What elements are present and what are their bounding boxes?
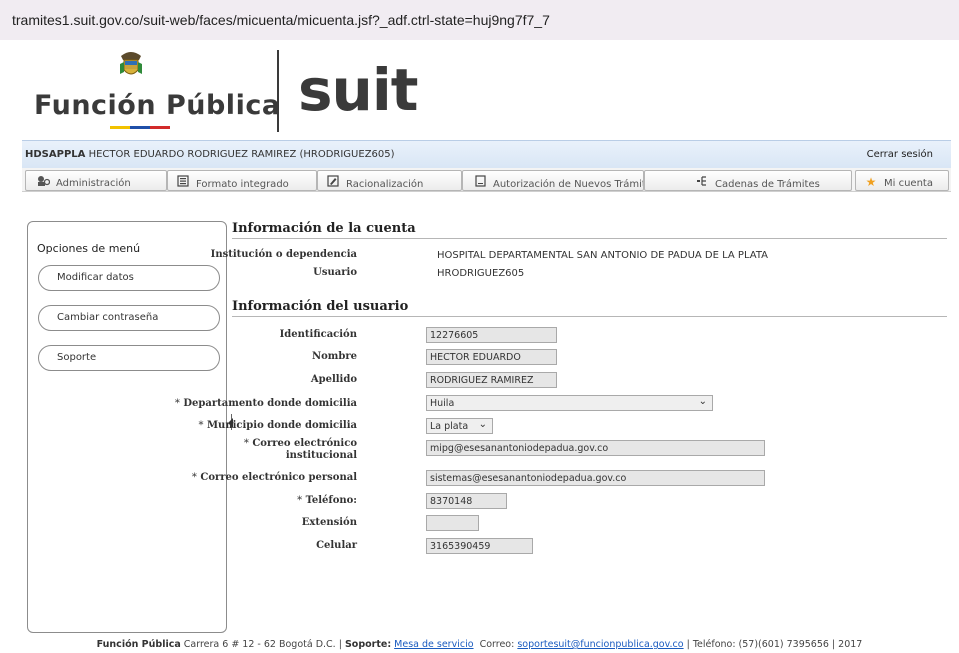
department-select[interactable]: Huila ⌄: [426, 395, 713, 411]
form-icon: [176, 175, 190, 190]
suit-logo: suit: [298, 56, 418, 124]
name-field[interactable]: HECTOR EDUARDO: [426, 349, 557, 365]
user-bar: HDSAPPLA HECTOR EDUARDO RODRIGUEZ RAMIRE…: [22, 140, 951, 168]
sidebar-title: Opciones de menú: [37, 242, 141, 255]
logout-link[interactable]: Cerrar sesión: [867, 149, 933, 160]
support-link[interactable]: Mesa de servicio: [394, 639, 473, 650]
support-email-link[interactable]: soportesuit@funcionpublica.gov.co: [517, 639, 683, 650]
sidebar-item-modificar-datos[interactable]: Modificar datos: [38, 265, 220, 291]
flag-bar: [110, 126, 170, 129]
name-label: Nombre: [311, 351, 357, 362]
sidebar: Opciones de menú Modificar datos Cambiar…: [27, 221, 227, 633]
id-field[interactable]: 12276605: [426, 327, 557, 343]
extension-field[interactable]: [426, 515, 479, 531]
required-mark: *: [198, 420, 204, 431]
sidebar-item-cambiar-contrasena[interactable]: Cambiar contraseña: [38, 305, 220, 331]
header-divider: [277, 50, 279, 132]
phone-label: * Teléfono:: [297, 495, 357, 506]
user-name: HECTOR EDUARDO RODRIGUEZ RAMIREZ (HRODRI…: [88, 149, 395, 160]
chevron-down-icon: ⌄: [478, 419, 487, 430]
menu-mi-cuenta[interactable]: ★ Mi cuenta: [855, 170, 949, 191]
url-text: tramites1.suit.gov.co/suit-web/faces/mic…: [12, 12, 550, 28]
account-info-title: Información de la cuenta: [232, 221, 947, 239]
id-label: Identificación: [279, 329, 357, 340]
required-mark: *: [174, 398, 180, 409]
menu-administracion[interactable]: Administración: [25, 170, 167, 191]
edit-icon: [326, 175, 340, 190]
footer-email-label: Correo:: [479, 639, 515, 650]
document-icon: [473, 175, 487, 190]
funcion-publica-logo: Función Pública: [34, 90, 281, 121]
mobile-field[interactable]: 3165390459: [426, 538, 533, 554]
star-icon: ★: [865, 175, 877, 189]
menu-formato-integrado[interactable]: Formato integrado: [167, 170, 317, 191]
required-mark: *: [243, 438, 249, 449]
chain-icon: [695, 175, 709, 190]
address-bar[interactable]: tramites1.suit.gov.co/suit-web/faces/mic…: [0, 0, 959, 40]
user-code: HDSAPPLA: [25, 149, 86, 160]
menu-autorizacion[interactable]: Autorización de Nuevos Trámites: [462, 170, 644, 191]
required-mark: *: [297, 495, 303, 506]
personal-email-field[interactable]: sistemas@esesanantoniodepadua.gov.co: [426, 470, 765, 486]
user-info-title: Información del usuario: [232, 299, 947, 317]
municipality-select[interactable]: La plata ⌄: [426, 418, 493, 434]
footer-address: Carrera 6 # 12 - 62 Bogotá D.C. |: [183, 639, 342, 650]
admin-icon: [36, 175, 50, 189]
menu-cadenas[interactable]: Cadenas de Trámites: [644, 170, 852, 191]
institution-label: Institución o dependencia: [210, 249, 357, 260]
institutional-email-label: * Correo electrónico institucional: [243, 438, 357, 461]
username-value: HRODRIGUEZ605: [437, 268, 525, 279]
surname-label: Apellido: [310, 374, 357, 385]
extension-label: Extensión: [301, 517, 357, 528]
footer-support-label: Soporte:: [344, 639, 392, 650]
required-mark: *: [191, 472, 197, 483]
menu-racionalizacion[interactable]: Racionalización: [317, 170, 462, 191]
footer-org: Función Pública: [96, 639, 181, 650]
mobile-label: Celular: [316, 540, 357, 551]
site-header: Función Pública suit: [0, 40, 959, 140]
username-label: Usuario: [313, 267, 357, 278]
chevron-down-icon: ⌄: [698, 396, 707, 407]
main-menu: Administración Formato integrado Raciona…: [22, 168, 951, 192]
department-label: * Departamento donde domicilia: [174, 398, 357, 409]
phone-field[interactable]: 8370148: [426, 493, 507, 509]
personal-email-label: * Correo electrónico personal: [191, 472, 357, 483]
institution-value: HOSPITAL DEPARTAMENTAL SAN ANTONIO DE PA…: [437, 250, 769, 261]
surname-field[interactable]: RODRIGUEZ RAMIREZ: [426, 372, 557, 388]
footer: Función Pública Carrera 6 # 12 - 62 Bogo…: [0, 637, 959, 653]
coat-of-arms-icon: [120, 52, 142, 75]
municipality-label: * Municipio donde domicilia: [198, 420, 358, 431]
footer-phone: | Teléfono: (57)(601) 7395656 | 2017: [686, 639, 863, 650]
institutional-email-field[interactable]: mipg@esesanantoniodepadua.gov.co: [426, 440, 765, 456]
sidebar-item-soporte[interactable]: Soporte: [38, 345, 220, 371]
